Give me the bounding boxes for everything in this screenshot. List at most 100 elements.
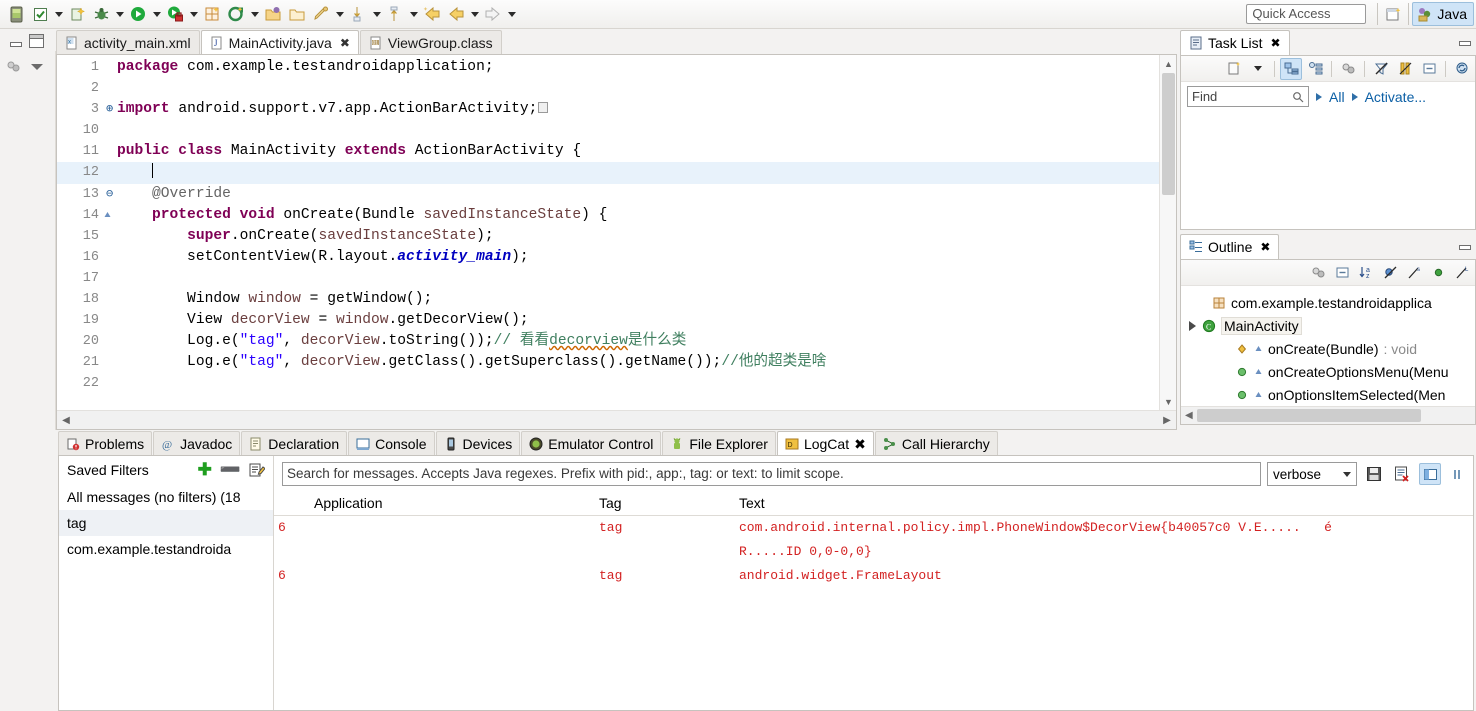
task-activate-link[interactable]: Activate... (1365, 89, 1426, 105)
edit-filter-icon[interactable] (249, 462, 265, 478)
scroll-up-icon[interactable]: ▲ (1160, 55, 1177, 72)
outline-item[interactable]: com.example.testandroidapplica (1181, 291, 1475, 314)
debug-dropdown-arrow[interactable] (113, 3, 126, 25)
logcat-row[interactable]: 6 tag com.android.internal.policy.impl.Pho… (274, 516, 1473, 564)
saved-filter-item[interactable]: tag (59, 510, 273, 536)
marker-next-icon[interactable] (347, 3, 369, 25)
filter-icon[interactable] (1370, 58, 1392, 80)
search-icon[interactable] (310, 3, 332, 25)
marker-next-dropdown-arrow[interactable] (370, 3, 383, 25)
sort-az-icon[interactable]: az (1355, 262, 1377, 284)
scheduled-view-icon[interactable] (1304, 58, 1326, 80)
outline-scroll-thumb[interactable] (1196, 409, 1421, 422)
editor-tab-activity-main-xml[interactable]: x activity_main.xml (56, 30, 200, 55)
open-package-icon[interactable] (262, 3, 284, 25)
clear-log-icon[interactable] (1391, 463, 1413, 485)
forward-icon[interactable] (482, 3, 504, 25)
hide-nonpublic-icon[interactable] (1427, 262, 1449, 284)
bottom-tab-javadoc[interactable]: @ Javadoc (153, 431, 241, 456)
save-dropdown-arrow[interactable] (52, 3, 65, 25)
search-dropdown-arrow[interactable] (333, 3, 346, 25)
hide-local-icon[interactable]: L (1451, 262, 1473, 284)
fold-expand-icon[interactable] (106, 104, 117, 115)
saved-filter-item[interactable]: com.example.testandroida (59, 536, 273, 562)
tab-task-list-close-icon[interactable]: ✖ (1270, 36, 1280, 50)
forward-dropdown-arrow[interactable] (505, 3, 518, 25)
outline-horizontal-scrollbar[interactable]: ◀ (1181, 406, 1475, 424)
quick-access-input[interactable]: Quick Access (1246, 4, 1367, 24)
display-view-icon[interactable] (1419, 463, 1441, 485)
task-list-minimize-icon[interactable] (1457, 33, 1472, 47)
bottom-tab-devices[interactable]: Devices (435, 431, 521, 456)
scroll-down-icon[interactable]: ▼ (1160, 393, 1177, 410)
perspective-java-button[interactable]: Java (1412, 2, 1474, 26)
all-presets-arrow-icon[interactable] (1316, 92, 1322, 101)
code-editor[interactable]: 1 package com.example.testandroidapplicat… (56, 54, 1177, 430)
column-tag[interactable]: Tag (599, 495, 739, 511)
collapse-all-icon[interactable] (1394, 58, 1416, 80)
android-sdk-manager-icon[interactable] (5, 3, 27, 25)
task-find-input[interactable]: Find (1187, 86, 1309, 107)
view-menu-chevron-icon[interactable] (31, 64, 43, 70)
bottom-tab-declaration[interactable]: Declaration (241, 431, 348, 456)
saved-filter-item[interactable]: All messages (no filters) (18 (59, 484, 273, 510)
open-resource-icon[interactable] (286, 3, 308, 25)
save-log-icon[interactable] (1363, 463, 1385, 485)
back-dropdown-arrow[interactable] (468, 3, 481, 25)
open-type-dropdown-arrow[interactable] (248, 3, 261, 25)
minimize-editor-icon[interactable] (8, 34, 23, 48)
tab-task-list[interactable]: Task List ✖ (1180, 30, 1290, 55)
remove-filter-icon[interactable]: ➖ (220, 460, 241, 480)
outline-item[interactable]: C MainActivity (1181, 314, 1475, 337)
focus-on-workweek-icon[interactable] (1337, 58, 1359, 80)
marker-prev-dropdown-arrow[interactable] (407, 3, 420, 25)
run-icon[interactable] (127, 3, 149, 25)
minimize-tasks-icon[interactable] (1418, 58, 1440, 80)
new-android-project-icon[interactable] (201, 3, 223, 25)
synchronize-icon[interactable] (1451, 58, 1473, 80)
logcat-search-input[interactable]: Search for messages. Accepts Java regexe… (282, 462, 1261, 486)
bottom-tab-logcat[interactable]: D LogCat ✖ (776, 431, 874, 456)
column-text[interactable]: Text (739, 495, 1473, 511)
back-icon[interactable] (445, 3, 467, 25)
column-application[interactable]: Application (304, 495, 599, 511)
outline-item[interactable]: onCreateOptionsMenu(Menu (1181, 360, 1475, 383)
scroll-lock-icon[interactable] (1447, 463, 1469, 485)
focus-icon[interactable] (1307, 262, 1329, 284)
new-task-dropdown-arrow-icon[interactable] (1247, 58, 1269, 80)
log-level-select[interactable]: verbose (1267, 462, 1357, 486)
run-dropdown-arrow[interactable] (150, 3, 163, 25)
scroll-left-icon[interactable]: ◀ (57, 415, 75, 426)
hide-fields-icon[interactable] (1379, 262, 1401, 284)
run-external-dropdown-arrow[interactable] (187, 3, 200, 25)
collapse-all-icon[interactable] (1331, 262, 1353, 284)
logcat-row[interactable]: 6 tag android.widget.FrameLayout (274, 564, 1473, 588)
new-wizard-icon[interactable] (66, 3, 88, 25)
scroll-thumb[interactable] (1162, 73, 1175, 195)
bottom-tab-close-icon[interactable]: ✖ (854, 436, 866, 453)
activate-arrow-icon[interactable] (1351, 92, 1358, 101)
outline-item[interactable]: onCreate(Bundle) : void (1181, 337, 1475, 360)
editor-tab-mainactivity-java[interactable]: J MainActivity.java ✖ (200, 30, 359, 55)
outline-expander-icon[interactable] (1189, 320, 1196, 331)
maximize-editor-icon[interactable] (29, 34, 44, 48)
editor-tab-close-icon[interactable]: ✖ (340, 36, 350, 50)
outline-minimize-icon[interactable] (1457, 237, 1472, 251)
link-with-editor-icon[interactable] (6, 59, 22, 75)
task-filter-all-link[interactable]: All (1329, 89, 1345, 105)
bottom-tab-emulator-control[interactable]: Emulator Control (521, 431, 662, 456)
debug-icon[interactable] (90, 3, 112, 25)
run-external-tools-icon[interactable] (164, 3, 186, 25)
bottom-tab-call-hierarchy[interactable]: Call Hierarchy (874, 431, 998, 456)
marker-prev-icon[interactable] (384, 3, 406, 25)
add-filter-icon[interactable]: ✚ (198, 460, 212, 480)
bottom-tab-console[interactable]: Console (348, 431, 435, 456)
editor-vertical-scrollbar[interactable]: ▲ ▼ (1159, 55, 1176, 410)
editor-horizontal-scrollbar[interactable]: ◀ ▶ (57, 410, 1176, 429)
collapsed-imports-box-icon[interactable] (538, 102, 549, 114)
hide-static-icon[interactable]: s (1403, 262, 1425, 284)
new-task-icon[interactable] (1223, 58, 1245, 80)
editor-tab-viewgroup-class[interactable]: 01 ViewGroup.class (359, 30, 502, 55)
open-perspective-icon[interactable] (1382, 3, 1404, 25)
outline-item[interactable]: onOptionsItemSelected(Men (1181, 383, 1475, 406)
